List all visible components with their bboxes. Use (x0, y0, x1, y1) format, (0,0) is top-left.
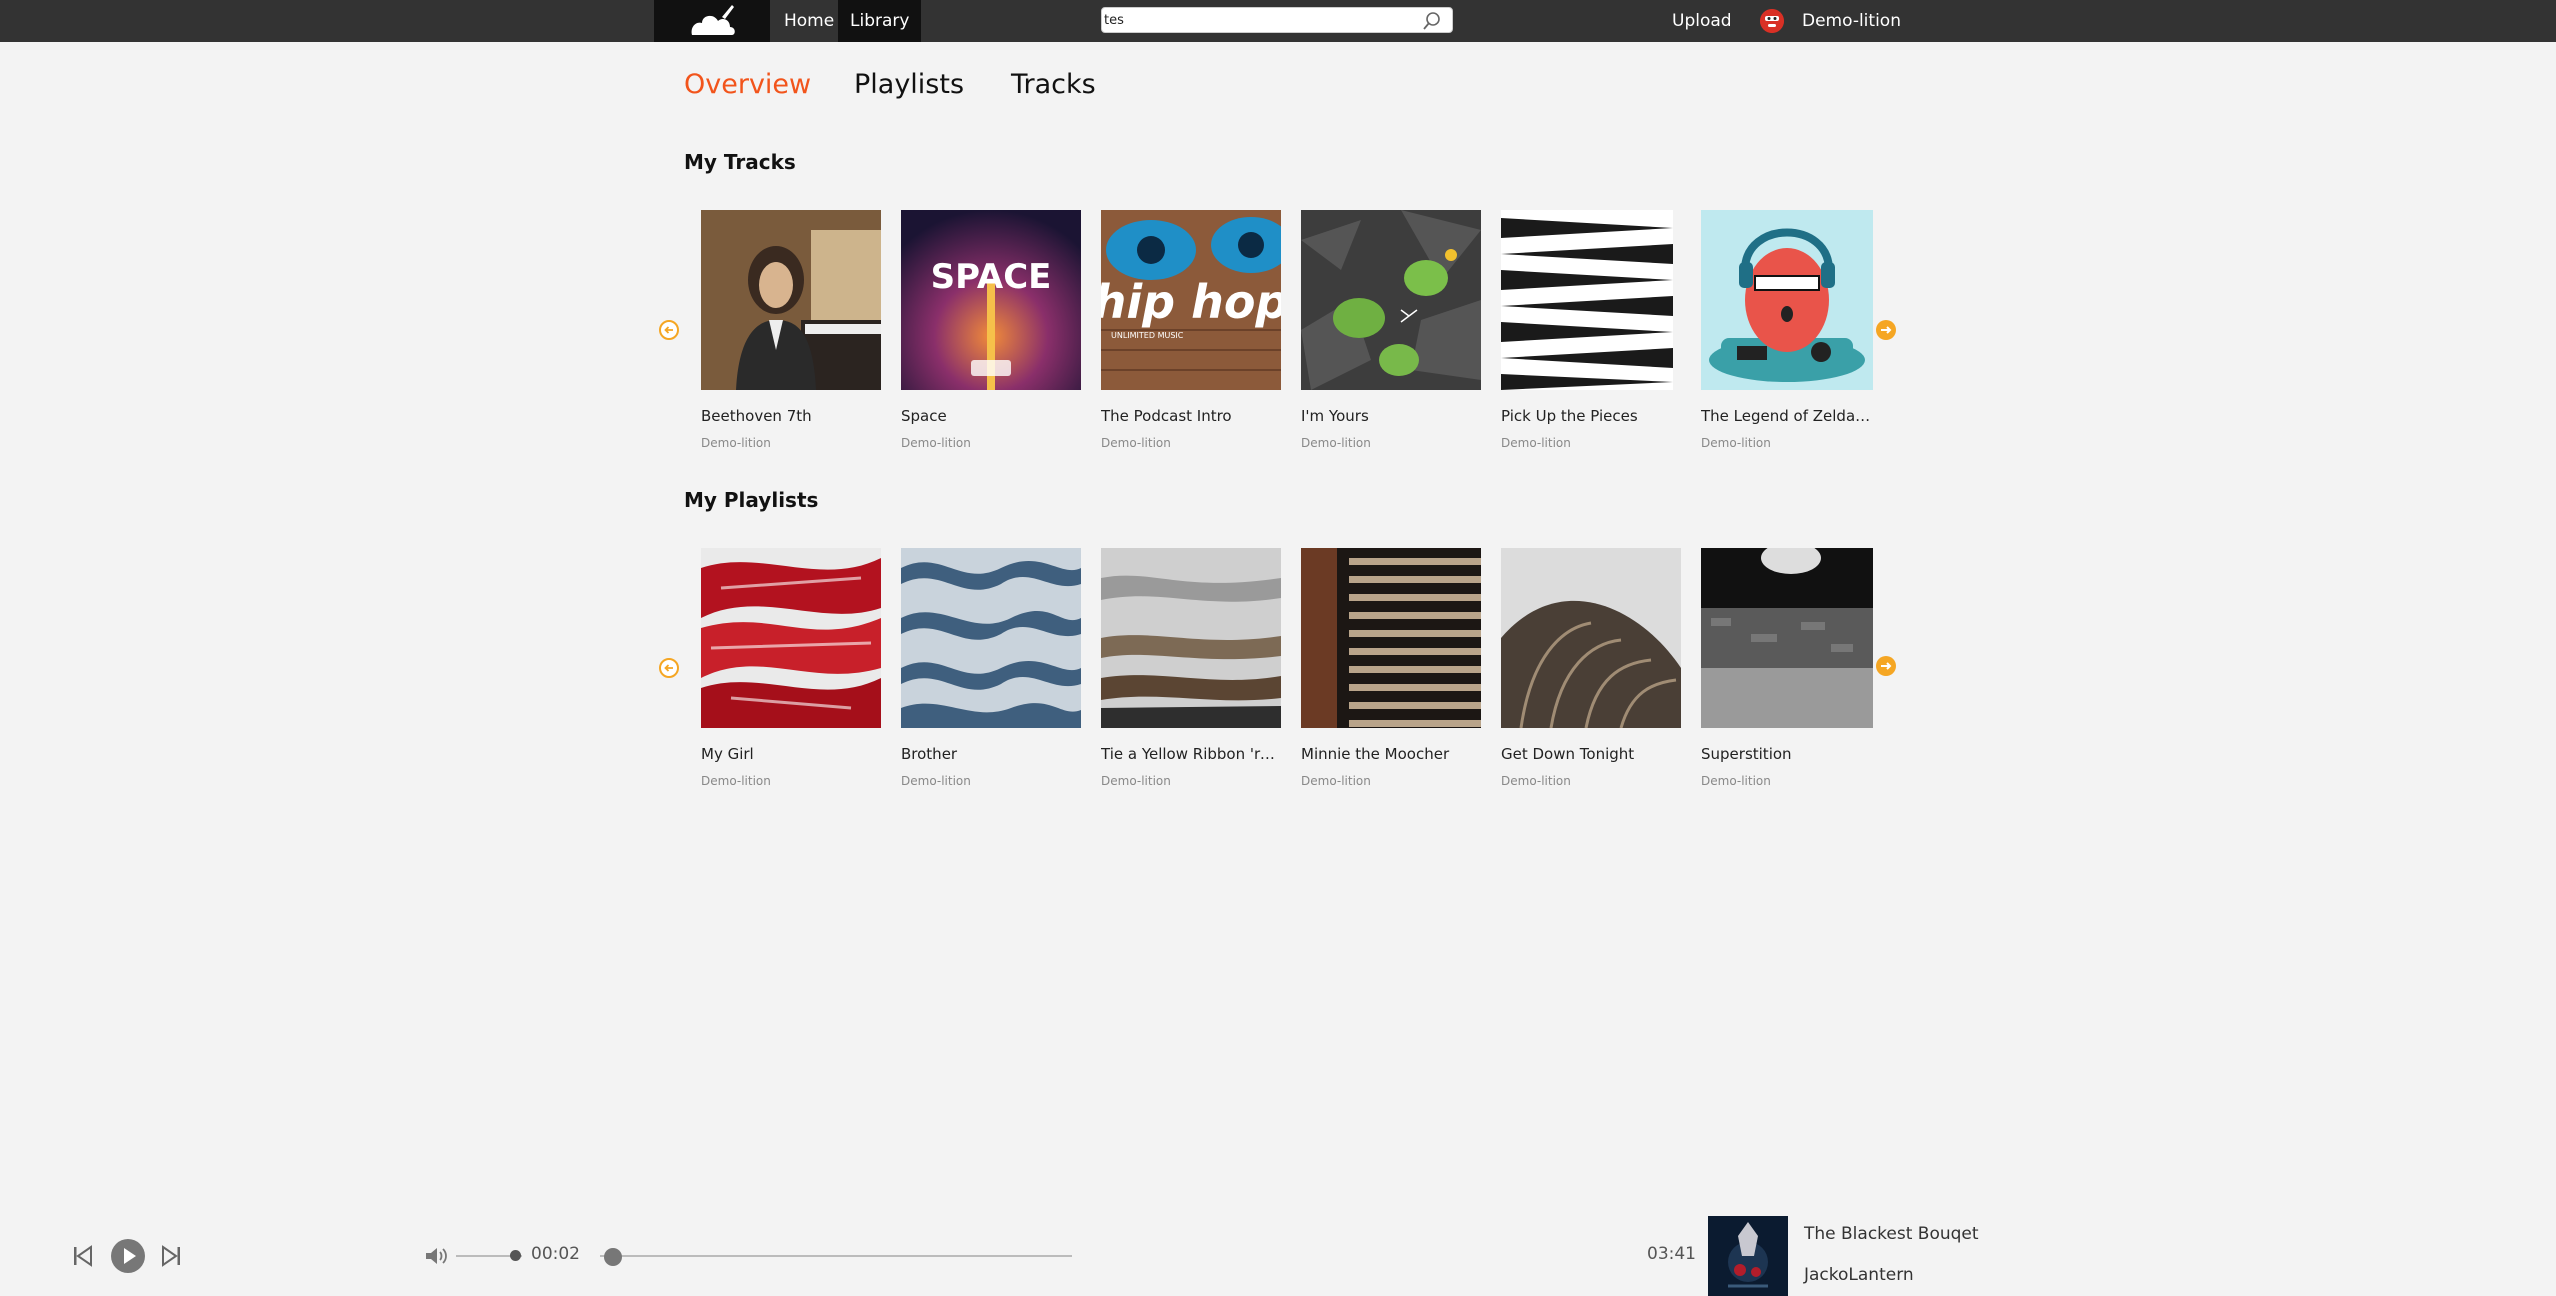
tab-overview[interactable]: Overview (684, 68, 811, 102)
track-card[interactable]: SPACE Space Demo-lition (901, 210, 1081, 450)
playlist-owner[interactable]: Demo-lition (1701, 774, 1771, 788)
playlist-card[interactable]: Get Down Tonight Demo-lition (1501, 548, 1681, 788)
tab-tracks[interactable]: Tracks (1011, 68, 1096, 102)
track-title[interactable]: Pick Up the Pieces (1501, 407, 1681, 425)
next-icon[interactable] (161, 1245, 181, 1267)
playlist-artwork (901, 548, 1081, 728)
playlists-carousel: My Girl Demo-lition Brother Demo-lition (0, 548, 2556, 848)
track-card[interactable]: The Legend of Zelda - G... Demo-lition (1701, 210, 1873, 450)
playlist-card[interactable]: Minnie the Moocher Demo-lition (1301, 548, 1481, 788)
track-title[interactable]: Space (901, 407, 1081, 425)
playlist-owner[interactable]: Demo-lition (1101, 774, 1171, 788)
tracks-next-button[interactable] (1876, 320, 1896, 340)
playlist-owner[interactable]: Demo-lition (701, 774, 771, 788)
track-artwork (701, 210, 881, 390)
track-title[interactable]: I'm Yours (1301, 407, 1481, 425)
search-icon[interactable] (1422, 11, 1442, 31)
upload-link[interactable]: Upload (1672, 0, 1732, 42)
track-artwork: SPACE (901, 210, 1081, 390)
playlist-card[interactable]: Brother Demo-lition (901, 548, 1081, 788)
avatar (1760, 9, 1784, 33)
playlists-next-button[interactable] (1876, 656, 1896, 676)
chevron-left-icon (664, 326, 673, 334)
playlist-artwork (1301, 548, 1481, 728)
top-bar: Home Library Upload Demo-lition (0, 0, 2556, 42)
nav-library[interactable]: Library (838, 0, 922, 42)
track-card[interactable]: I'm Yours Demo-lition (1301, 210, 1481, 450)
playlist-card[interactable]: Superstition Demo-lition (1701, 548, 1873, 788)
search-box (1101, 7, 1453, 33)
current-time: 00:02 (531, 1244, 580, 1264)
playlist-owner[interactable]: Demo-lition (1501, 774, 1571, 788)
user-name: Demo-lition (1802, 11, 1901, 31)
track-title[interactable]: Beethoven 7th (701, 407, 881, 425)
track-card[interactable]: Beethoven 7th Demo-lition (701, 210, 881, 450)
playlist-owner[interactable]: Demo-lition (901, 774, 971, 788)
playlist-title[interactable]: My Girl (701, 745, 881, 763)
space-art-text: SPACE (931, 257, 1052, 297)
track-artist[interactable]: Demo-lition (901, 436, 971, 450)
my-playlists-heading: My Playlists (684, 488, 819, 512)
playlist-title[interactable]: Minnie the Moocher (1301, 745, 1481, 763)
progress-slider-handle[interactable] (603, 1248, 622, 1266)
logo[interactable] (654, 0, 770, 42)
playlist-artwork (1101, 548, 1281, 728)
chevron-right-icon (1881, 326, 1892, 334)
tab-playlists[interactable]: Playlists (854, 68, 964, 102)
play-icon[interactable] (110, 1238, 146, 1274)
playlist-artwork (701, 548, 881, 728)
tracks-carousel: Beethoven 7th Demo-lition SPACE Space De… (0, 210, 2556, 510)
playlist-title[interactable]: Tie a Yellow Ribbon 'rou... (1101, 745, 1281, 763)
now-playing-title[interactable]: The Blackest Bouqet (1804, 1224, 1979, 1244)
track-title[interactable]: The Legend of Zelda - G... (1701, 407, 1873, 425)
now-playing-artwork[interactable] (1708, 1216, 1788, 1296)
track-artist[interactable]: Demo-lition (1101, 436, 1171, 450)
nav-home[interactable]: Home (772, 0, 846, 42)
track-card[interactable]: hip hop UNLIMITED MUSIC The Podcast Intr… (1101, 210, 1281, 450)
previous-icon[interactable] (73, 1245, 93, 1267)
playlist-artwork (1501, 548, 1681, 728)
track-artwork (1301, 210, 1481, 390)
search-input[interactable] (1104, 8, 1414, 32)
track-artwork: hip hop UNLIMITED MUSIC (1101, 210, 1281, 390)
track-artist[interactable]: Demo-lition (701, 436, 771, 450)
chevron-right-icon (1881, 662, 1892, 670)
playlist-owner[interactable]: Demo-lition (1301, 774, 1371, 788)
progress-slider-track[interactable] (600, 1255, 1072, 1257)
track-artwork (1701, 210, 1873, 390)
track-artist[interactable]: Demo-lition (1501, 436, 1571, 450)
track-artwork (1501, 210, 1681, 390)
playlist-card[interactable]: Tie a Yellow Ribbon 'rou... Demo-lition (1101, 548, 1281, 788)
player-bar (0, 1210, 2556, 1296)
cloud-logo-icon (691, 5, 735, 35)
hiphop-art-subtext: UNLIMITED MUSIC (1111, 331, 1184, 340)
track-duration: 03:41 (1647, 1244, 1696, 1264)
tracks-prev-button[interactable] (659, 320, 679, 340)
track-card[interactable]: Pick Up the Pieces Demo-lition (1501, 210, 1681, 450)
hiphop-art-text: hip hop (1101, 275, 1281, 329)
playlist-title[interactable]: Superstition (1701, 745, 1873, 763)
track-title[interactable]: The Podcast Intro (1101, 407, 1281, 425)
playlist-title[interactable]: Get Down Tonight (1501, 745, 1681, 763)
playlist-title[interactable]: Brother (901, 745, 1081, 763)
chevron-left-icon (664, 664, 673, 672)
track-artist[interactable]: Demo-lition (1301, 436, 1371, 450)
my-tracks-heading: My Tracks (684, 150, 796, 174)
now-playing-artist[interactable]: JackoLantern (1804, 1265, 1914, 1285)
playlist-card[interactable]: My Girl Demo-lition (701, 548, 881, 788)
playlist-artwork (1701, 548, 1873, 728)
track-artist[interactable]: Demo-lition (1701, 436, 1771, 450)
playlists-prev-button[interactable] (659, 658, 679, 678)
volume-icon[interactable] (424, 1245, 448, 1267)
